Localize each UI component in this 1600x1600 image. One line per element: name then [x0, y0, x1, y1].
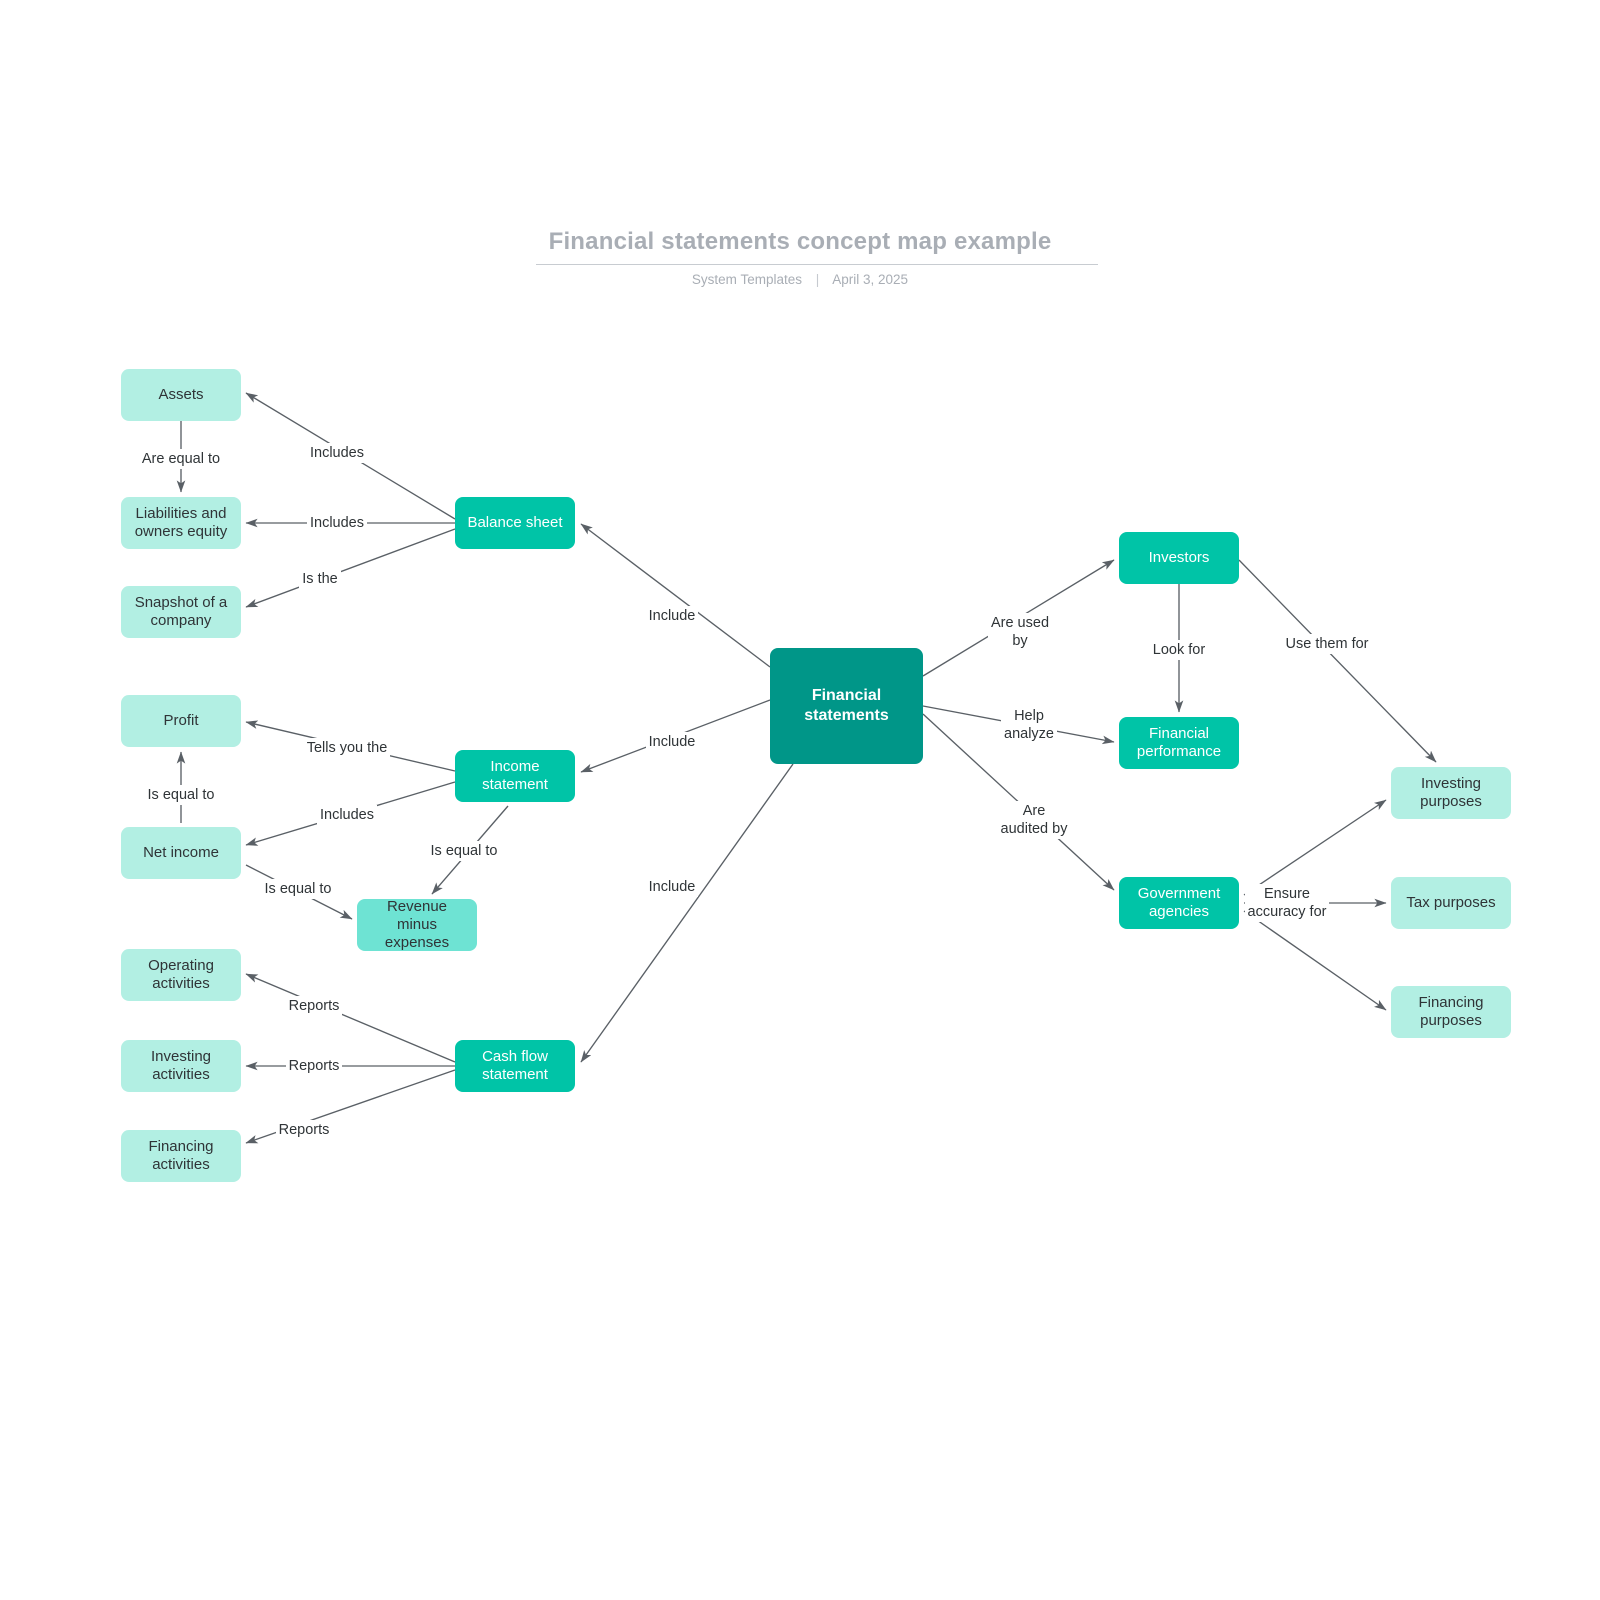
- edge-label-cf-operating: Reports: [285, 995, 343, 1017]
- node-investing-purposes[interactable]: Investing purposes: [1391, 767, 1511, 819]
- node-liabilities[interactable]: Liabilities and owners equity: [121, 497, 241, 549]
- edge-label-fs-investors: Are used by: [987, 612, 1053, 652]
- edge-label-bs-assets: Includes: [306, 442, 367, 464]
- node-label: Investors: [1148, 548, 1210, 566]
- edge-label-inv-invpurp: Use them for: [1282, 633, 1372, 655]
- node-assets[interactable]: Assets: [121, 369, 241, 421]
- edge-label-is-ni: Includes: [316, 804, 377, 826]
- node-label: Financing purposes: [1418, 993, 1484, 1029]
- node-label: Revenue minus expenses: [384, 897, 450, 952]
- edge-label-cf-investing: Reports: [285, 1055, 343, 1077]
- edge-label-bs-liab: Includes: [306, 512, 367, 534]
- edge-label-fs-is: Include: [645, 731, 699, 753]
- node-financial-perf[interactable]: Financial performance: [1119, 717, 1239, 769]
- edge-label-cf-financing: Reports: [275, 1119, 333, 1141]
- node-label: Tax purposes: [1406, 893, 1496, 911]
- node-gov-agencies[interactable]: Government agencies: [1119, 877, 1239, 929]
- node-balance-sheet[interactable]: Balance sheet: [455, 497, 575, 549]
- node-financing-act[interactable]: Financing activities: [121, 1130, 241, 1182]
- node-net-income[interactable]: Net income: [121, 827, 241, 879]
- node-label: Balance sheet: [467, 513, 563, 531]
- edge-fs-cf: [580, 763, 794, 1063]
- edge-inv-invpurp: [1238, 559, 1437, 763]
- edge-gov-invpurp: [1243, 799, 1387, 896]
- edge-gov-finpurp: [1243, 910, 1387, 1011]
- node-label: Investing activities: [150, 1047, 212, 1083]
- node-cash-flow[interactable]: Cash flow statement: [455, 1040, 575, 1092]
- edge-label-ni-profit: Is equal to: [144, 784, 218, 806]
- edge-label-is-rev: Is equal to: [427, 840, 501, 862]
- edge-label-fs-finperf: Help analyze: [1001, 705, 1057, 745]
- node-tax-purposes[interactable]: Tax purposes: [1391, 877, 1511, 929]
- edge-layer: [176, 392, 1437, 1144]
- node-label: Snapshot of a company: [134, 593, 228, 629]
- edge-fs-bs: [580, 523, 771, 668]
- edge-label-gov-tax: Ensure accuracy for: [1244, 883, 1330, 923]
- edge-bs-snapshot: [245, 528, 456, 608]
- node-label: Government agencies: [1137, 884, 1221, 920]
- edge-label-inv-finperf: Look for: [1149, 639, 1209, 661]
- node-label: Profit: [163, 711, 199, 729]
- node-label: Investing purposes: [1420, 774, 1482, 810]
- edge-label-fs-bs: Include: [645, 605, 699, 627]
- node-investors[interactable]: Investors: [1119, 532, 1239, 584]
- node-label: Assets: [158, 385, 204, 403]
- node-label: Operating activities: [148, 956, 214, 992]
- concept-map-canvas: Financial statements concept map example…: [0, 0, 1600, 1600]
- edge-label-assets-liab: Are equal to: [138, 448, 224, 470]
- node-label: Financial statements: [804, 687, 889, 724]
- node-label: Financing activities: [148, 1137, 214, 1173]
- edge-label-fs-cf: Include: [645, 876, 699, 898]
- edge-label-bs-snapshot: Is the: [299, 568, 341, 590]
- node-snapshot[interactable]: Snapshot of a company: [121, 586, 241, 638]
- node-label: Cash flow statement: [482, 1047, 548, 1083]
- node-profit[interactable]: Profit: [121, 695, 241, 747]
- edge-label-fs-gov: Are audited by: [997, 800, 1071, 840]
- node-financing-purposes[interactable]: Financing purposes: [1391, 986, 1511, 1038]
- edge-label-is-profit: Tells you the: [303, 737, 391, 759]
- edge-cf-operating: [245, 973, 456, 1063]
- node-income-statement[interactable]: Income statement: [455, 750, 575, 802]
- node-label: Liabilities and owners equity: [134, 504, 228, 540]
- node-operating[interactable]: Operating activities: [121, 949, 241, 1001]
- node-revenue-minus[interactable]: Revenue minus expenses: [357, 897, 477, 952]
- node-label: Financial performance: [1136, 724, 1222, 760]
- node-financial-statements[interactable]: Financial statements: [770, 648, 923, 764]
- node-label: Income statement: [482, 757, 548, 793]
- edge-label-ni-rev: Is equal to: [261, 878, 335, 900]
- node-investing-act[interactable]: Investing activities: [121, 1040, 241, 1092]
- node-label: Net income: [143, 843, 219, 861]
